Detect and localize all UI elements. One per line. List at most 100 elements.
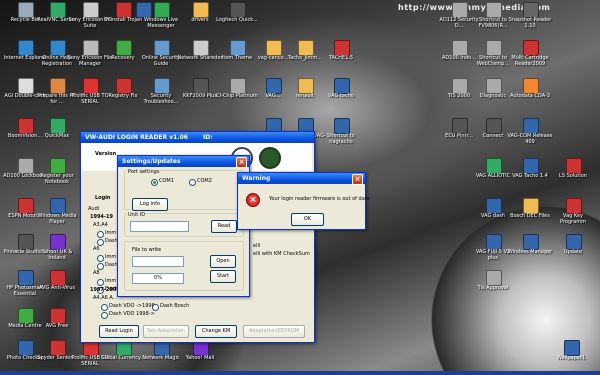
desktop-icon-label: VAG tacho [328, 93, 354, 99]
immo-radio-2[interactable] [97, 255, 104, 262]
desktop-icon[interactable]: VAG-COM Release 409 [507, 118, 553, 150]
skoda-logo-icon [259, 147, 281, 169]
app-icon [566, 234, 582, 250]
desktop-icon[interactable]: VAG Tacho 1.4 [507, 158, 553, 190]
desktop-icon-label: Register your Notebook [40, 173, 74, 185]
dash-radio-2[interactable] [97, 263, 104, 270]
desktop-icon-label: Yahoo! Mail [185, 355, 215, 361]
desktop-icon-label: LS Solution [559, 173, 587, 179]
taskbar[interactable] [0, 371, 600, 375]
desktop-icon[interactable]: Logitech Quick... [214, 2, 260, 34]
desktop-icon[interactable]: Wallpaper1 [548, 340, 594, 372]
com1-radio[interactable] [151, 179, 158, 186]
desktop-icon-label: Vag Key Programm [560, 213, 586, 225]
app-icon [18, 2, 34, 18]
desktop-icon-label: Yahoo! UK & Ireland [41, 249, 73, 261]
desktop-icon-label: Shortcut to nagtacho [327, 133, 355, 145]
app-icon [50, 270, 66, 286]
login-reader-titlebar[interactable]: VW-AUDI LOGIN READER v1.06 ID: [81, 132, 314, 143]
item-a3a4: A3,A4 [93, 222, 108, 228]
app-icon [50, 158, 66, 174]
desktop-icon-label: Wallpaper1 [556, 355, 586, 361]
desktop-icon[interactable]: QuickMax [34, 118, 80, 150]
error-icon: × [246, 193, 260, 207]
desktop-icon[interactable]: Snapshot Reader 1.10 [507, 2, 553, 34]
log-info-button[interactable]: Log info [132, 198, 168, 211]
app-icon [523, 158, 539, 174]
app-icon [486, 118, 502, 134]
open-button[interactable]: Open [210, 255, 236, 268]
immo-label-1: Imm [105, 230, 117, 236]
dash-radio-1[interactable] [97, 239, 104, 246]
desktop-icon-label: Multi Cartridge Reader2009 [511, 55, 549, 67]
dash-label-1: Dash [105, 238, 118, 244]
desktop-icon[interactable]: AVG Free [34, 308, 80, 340]
app-icon [18, 78, 34, 94]
app-icon [486, 234, 502, 250]
warning-titlebar[interactable]: Warning × [238, 173, 365, 185]
desktop-icon[interactable]: Yahoo! UK & Ireland [34, 234, 80, 266]
immo-radio-3[interactable] [97, 279, 104, 286]
desktop-icon[interactable]: Windows Media Player [34, 198, 80, 230]
app-icon [50, 234, 66, 250]
app-icon [486, 198, 502, 214]
file-to-write-label: File to write [132, 247, 162, 253]
dash-vdo-1998-radio[interactable] [101, 304, 108, 311]
dash-bosch-radio[interactable] [152, 304, 159, 311]
window-title: VW-AUDI LOGIN READER v1.06 [85, 134, 188, 141]
app-icon [18, 158, 34, 174]
app-icon [523, 40, 539, 56]
progress-value: 0% [154, 275, 162, 281]
progress-field: 0% [132, 273, 184, 284]
desktop-icon[interactable]: Shortcut to nagtacho [318, 118, 364, 150]
file-path-field[interactable] [132, 256, 184, 267]
unit-id-field[interactable] [130, 221, 189, 232]
desktop: http://www.jimmy.timedia.com Recycle Bin… [0, 0, 600, 375]
immo-label-3: Imm [105, 278, 117, 284]
desktop-icon[interactable]: VAG tacho [318, 78, 364, 110]
settings-title: Settings/Updates [122, 158, 181, 165]
app-icon [266, 78, 282, 94]
app-icon [50, 308, 66, 324]
desktop-icon[interactable]: Bosch DEC Files [507, 198, 553, 230]
app-icon [523, 78, 539, 94]
desktop-icon[interactable]: Multi Cartridge Reader2009 [507, 40, 553, 72]
desktop-icon[interactable]: AVG Anti-Virus [34, 270, 80, 302]
desktop-icon[interactable]: Tis Approval [470, 270, 516, 302]
app-icon [83, 78, 99, 94]
com2-radio[interactable] [189, 179, 196, 186]
desktop-icon[interactable]: Register your Notebook [34, 158, 80, 190]
read-button[interactable]: Read [211, 220, 237, 233]
desktop-icon[interactable]: TACHE1.5 [318, 40, 364, 72]
desktop-icon[interactable]: Wireless Manager [507, 234, 553, 266]
settings-titlebar[interactable]: Settings/Updates × [118, 156, 249, 168]
desktop-icon[interactable]: Update [550, 234, 596, 266]
app-icon [452, 118, 468, 134]
version-label: Version [95, 151, 117, 157]
app-icon [154, 2, 170, 18]
app-icon [486, 78, 502, 94]
app-icon [334, 78, 350, 94]
desktop-icon[interactable]: Vag Key Programm [550, 198, 596, 230]
desktop-icon[interactable]: Autodata CDA-3 [507, 78, 553, 110]
desktop-icon-label: Update [563, 249, 583, 255]
app-icon [50, 40, 66, 56]
desktop-icon-label: AVG Anti-Virus [39, 285, 75, 291]
app-icon [564, 340, 580, 356]
settings-close-button[interactable]: × [236, 157, 247, 168]
immo-option-fragment: elli [253, 243, 261, 249]
immo-radio-1[interactable] [97, 231, 104, 238]
app-icon [298, 78, 314, 94]
ok-button[interactable]: OK [291, 213, 324, 226]
read-login-button[interactable]: Read Login [99, 325, 139, 338]
sec-adaptation-button[interactable]: Sec.Adaptation [143, 325, 189, 338]
adaptation-eeprom-button[interactable]: Adaptation/EEPROM [243, 325, 305, 338]
desktop-icon[interactable]: Yahoo! Mail [177, 340, 223, 372]
desktop-icon[interactable]: LS Solution [550, 158, 596, 190]
close-icon: × [238, 158, 245, 166]
desktop-icon-label: Tis Approval [477, 285, 509, 291]
change-km-button[interactable]: Change KM [195, 325, 237, 338]
warning-close-button[interactable]: × [352, 174, 363, 185]
dash-vdo-1998-plus-radio[interactable] [101, 312, 108, 319]
start-button[interactable]: Start [210, 270, 236, 283]
